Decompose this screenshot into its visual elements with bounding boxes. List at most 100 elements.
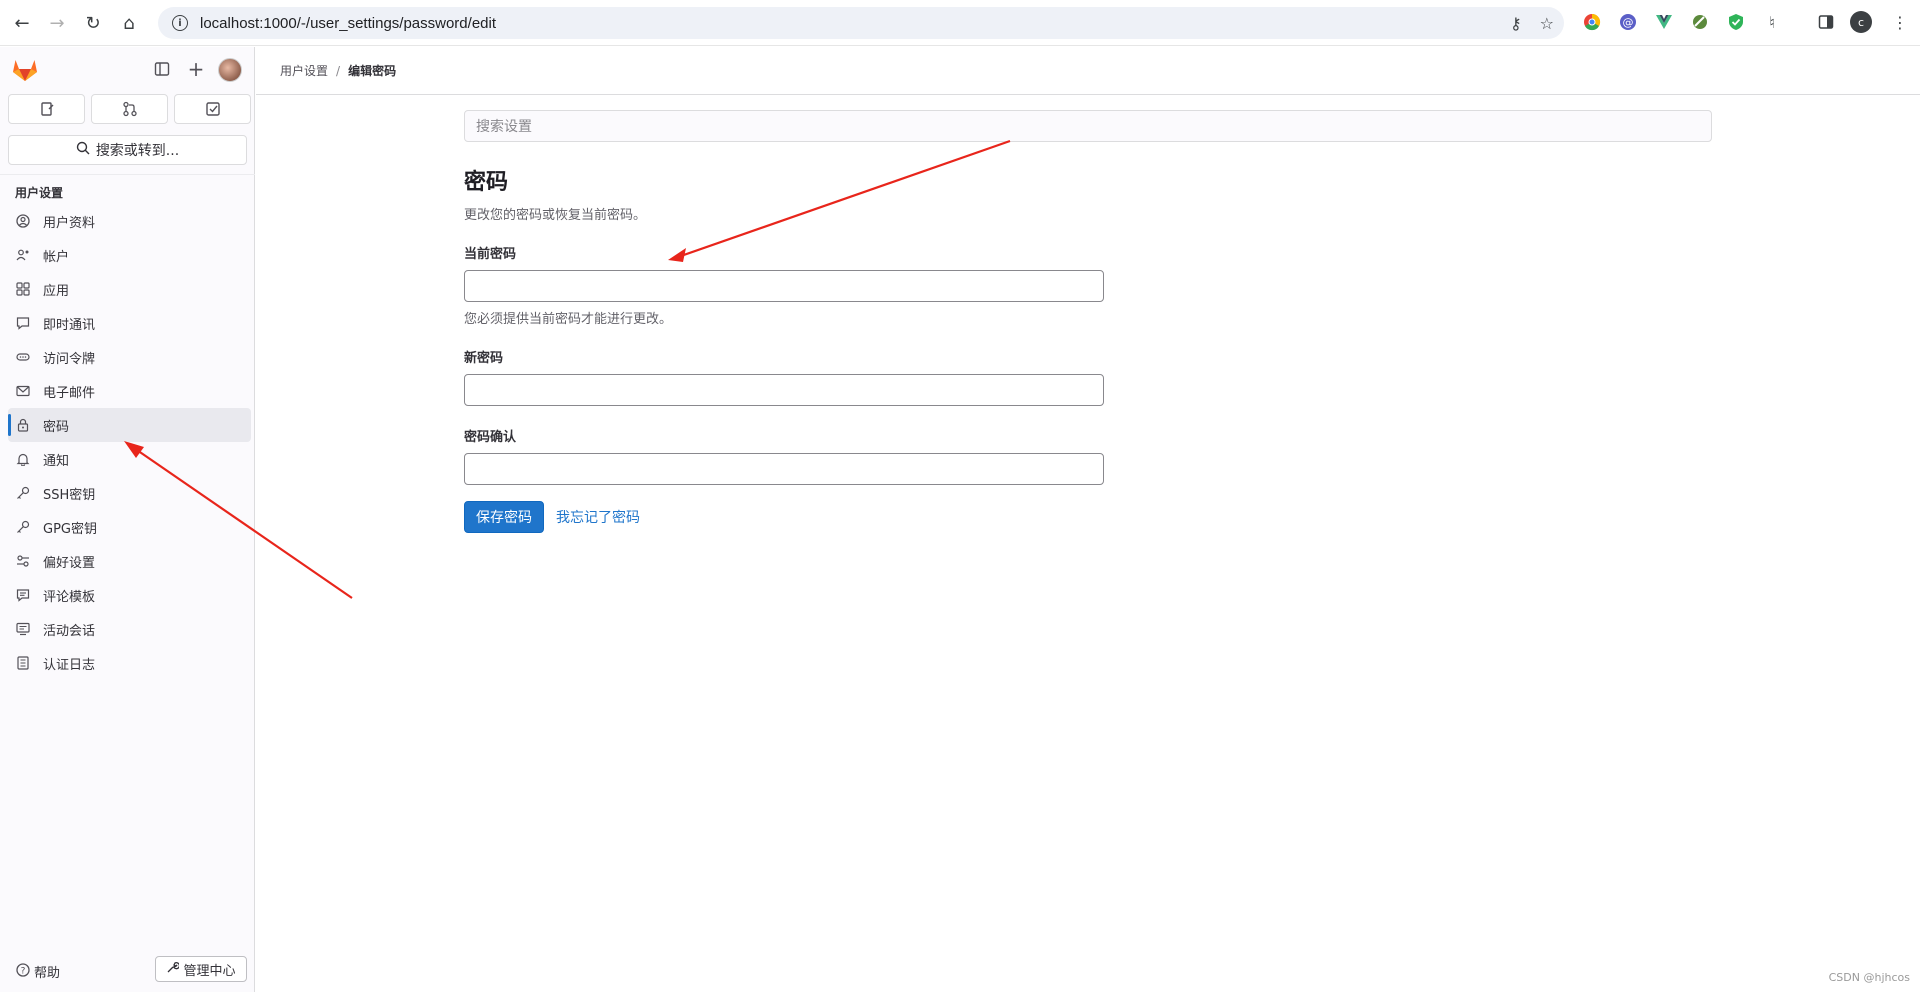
sidebar-divider [0, 174, 255, 175]
create-new-icon[interactable]: + [186, 57, 206, 81]
sidebar-item[interactable]: 帐户 [8, 238, 251, 272]
issues-tab-icon[interactable] [8, 94, 85, 124]
back-icon[interactable]: ← [5, 6, 39, 40]
watermark: CSDN @hjhcos [1828, 971, 1910, 984]
password-key-icon[interactable]: ⚷ [1510, 14, 1522, 33]
key-icon [15, 519, 31, 535]
save-password-button[interactable]: 保存密码 [464, 501, 544, 533]
current-password-label: 当前密码 [464, 247, 517, 262]
sidebar-item-label: 通知 [43, 453, 70, 469]
settings-search-input[interactable]: 搜索设置 [464, 110, 1712, 142]
breadcrumb-separator: / [336, 63, 341, 78]
site-info-icon[interactable]: i [172, 15, 188, 31]
merge-requests-tab-icon[interactable] [91, 94, 168, 124]
confirm-password-field[interactable] [464, 453, 1104, 485]
page-title: 密码 [464, 170, 509, 195]
sidebar-item[interactable]: 活动会话 [8, 612, 251, 646]
new-password-field[interactable] [464, 374, 1104, 406]
sidebar-item-label: GPG密钥 [43, 521, 97, 537]
admin-area-button[interactable]: 管理中心 [155, 956, 247, 982]
sidebar-section-title: 用户设置 [15, 186, 64, 200]
confirm-password-label: 密码确认 [464, 430, 517, 445]
search-icon [76, 141, 90, 159]
mail-icon [15, 383, 31, 399]
admin-label: 管理中心 [183, 963, 236, 979]
search-or-go-to-button[interactable]: 搜索或转到... [8, 135, 247, 165]
browser-toolbar: ← → ↻ ⌂ i localhost:1000/-/user_settings… [0, 0, 1920, 46]
svg-text:?: ? [21, 966, 26, 976]
bookmark-star-icon[interactable]: ☆ [1540, 14, 1554, 33]
sidebar-item-label: 评论模板 [43, 589, 96, 605]
wrench-icon [166, 961, 181, 978]
sidebar-item[interactable]: 用户资料 [8, 204, 251, 238]
sidebar-item[interactable]: 评论模板 [8, 578, 251, 612]
svg-text:@: @ [1623, 16, 1634, 29]
reload-icon[interactable]: ↻ [76, 6, 110, 40]
chrome-extension-icon[interactable] [1581, 11, 1603, 33]
sidebar-item[interactable]: 通知 [8, 442, 251, 476]
password-settings-panel: 搜索设置 密码 更改您的密码或恢复当前密码。 当前密码 您必须提供当前密码才能进… [464, 110, 1712, 533]
sidebar-item-label: 用户资料 [43, 215, 96, 231]
current-password-field[interactable] [464, 270, 1104, 302]
gitlab-logo-icon[interactable] [12, 58, 38, 82]
breadcrumb: 用户设置 / 编辑密码 [256, 47, 1920, 95]
monitor-icon [15, 621, 31, 637]
extensions-puzzle-icon[interactable]: ♮ [1761, 11, 1783, 33]
sidebar-item[interactable]: 认证日志 [8, 646, 251, 680]
token-icon [15, 349, 31, 365]
help-button[interactable]: ? 帮助 [16, 962, 60, 981]
green-extension-icon[interactable] [1689, 11, 1711, 33]
sidebar-item[interactable]: 即时通讯 [8, 306, 251, 340]
sidebar-item[interactable]: 电子邮件 [8, 374, 251, 408]
profile-icon [15, 213, 31, 229]
sidebar-item-label: 应用 [43, 283, 70, 299]
home-icon[interactable]: ⌂ [112, 6, 146, 40]
toggle-sidebar-icon[interactable] [152, 59, 172, 79]
breadcrumb-parent[interactable]: 用户设置 [280, 62, 328, 79]
comment-template-icon [15, 587, 31, 603]
sidebar: + 搜索或转到... 用户设置 用户资料帐户应用即时通讯访问令牌电子邮件密码通知… [0, 47, 255, 992]
sidebar-item-label: 帐户 [43, 249, 70, 265]
user-avatar[interactable] [218, 58, 242, 82]
lock-icon [15, 417, 31, 433]
address-bar[interactable]: i localhost:1000/-/user_settings/passwor… [158, 7, 1564, 39]
current-password-help: 您必须提供当前密码才能进行更改。 [464, 312, 673, 327]
bell-icon [15, 451, 31, 467]
forgot-password-link[interactable]: 我忘记了密码 [556, 507, 640, 527]
sidebar-item[interactable]: GPG密钥 [8, 510, 251, 544]
at-extension-icon[interactable]: @ [1617, 11, 1639, 33]
profile-avatar[interactable]: c [1850, 11, 1872, 33]
applications-icon [15, 281, 31, 297]
sidebar-item-label: 电子邮件 [43, 385, 96, 401]
more-menu-icon[interactable]: ⋮ [1889, 11, 1911, 33]
log-icon [15, 655, 31, 671]
key-icon [15, 485, 31, 501]
sidebar-item[interactable]: 应用 [8, 272, 251, 306]
sidebar-item-label: 认证日志 [43, 657, 96, 673]
sidebar-item[interactable]: 密码 [8, 408, 251, 442]
forward-icon[interactable]: → [40, 6, 74, 40]
todo-tab-icon[interactable] [174, 94, 251, 124]
sidebar-item[interactable]: 偏好设置 [8, 544, 251, 578]
account-icon [15, 247, 31, 263]
sidebar-item-label: 偏好设置 [43, 555, 96, 571]
help-label: 帮助 [34, 966, 61, 981]
search-label: 搜索或转到... [95, 143, 180, 159]
chat-icon [15, 315, 31, 331]
breadcrumb-current[interactable]: 编辑密码 [348, 62, 396, 79]
vue-devtools-icon[interactable] [1653, 11, 1675, 33]
sidebar-item-label: 访问令牌 [43, 351, 96, 367]
shield-extension-icon[interactable] [1725, 11, 1747, 33]
preferences-icon [15, 553, 31, 569]
sidebar-item[interactable]: SSH密钥 [8, 476, 251, 510]
new-password-label: 新密码 [464, 351, 504, 366]
sidebar-item-label: 活动会话 [43, 623, 96, 639]
sidebar-menu: 用户资料帐户应用即时通讯访问令牌电子邮件密码通知 SSH密钥 GPG密钥偏好设置评论… [8, 204, 251, 680]
help-icon: ? [16, 962, 30, 981]
sidebar-item-label: SSH密钥 [43, 487, 96, 503]
page-description: 更改您的密码或恢复当前密码。 [464, 208, 647, 223]
sidebar-item-label: 即时通讯 [43, 317, 96, 333]
side-panel-icon[interactable] [1815, 11, 1837, 33]
url-text[interactable]: localhost:1000/-/user_settings/password/… [200, 15, 496, 32]
sidebar-item[interactable]: 访问令牌 [8, 340, 251, 374]
